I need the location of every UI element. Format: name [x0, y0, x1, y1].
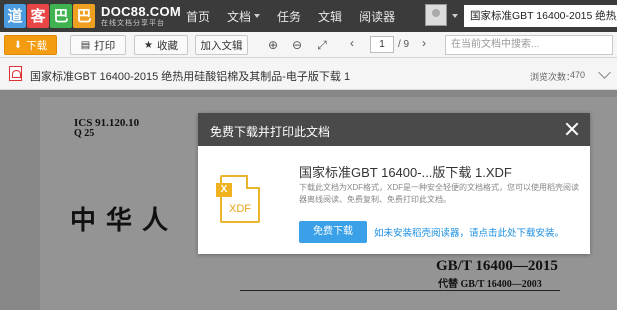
logo-block-1: 道 — [4, 4, 26, 28]
toolbar: ⬇ 下载 ▤ 打印 ★ 收藏 加入文辑 ⊕ ⊖ ⤢ ‹ 1 / 9 › 在当前文档中搜… — [0, 32, 617, 58]
logo-blocks: 道 客 巴 巴 — [4, 4, 95, 28]
close-icon[interactable] — [562, 119, 582, 139]
doc-search-input[interactable]: 在当前文档中搜索... — [445, 35, 613, 55]
pdf-icon — [9, 66, 22, 81]
print-button[interactable]: ▤ 打印 — [70, 35, 126, 55]
chevron-down-icon — [254, 14, 261, 18]
views-count: 470 — [570, 70, 586, 80]
next-page-icon[interactable]: › — [422, 36, 426, 50]
nav-tasks[interactable]: 任务 — [277, 8, 301, 25]
modal-file-name: 国家标准GBT 16400-...版下载 1.XDF — [299, 165, 512, 180]
prev-page-icon[interactable]: ‹ — [350, 36, 354, 50]
nav-reader[interactable]: 阅读器 — [359, 8, 395, 25]
logo-block-3: 巴 — [50, 4, 72, 28]
nav-docs[interactable]: 文档 — [227, 8, 261, 25]
doc-q-code: Q 25 — [74, 128, 95, 139]
install-reader-link[interactable]: 如未安装稻壳阅读器，请点击此处下载安装。 — [374, 225, 564, 239]
logo-site-name: DOC88.COM — [101, 4, 181, 19]
main-nav: 首页 文档 任务 文辑 阅读器 — [186, 0, 412, 32]
logo-block-4: 巴 — [73, 4, 95, 28]
download-modal: 免费下载并打印此文档 X XDF 国家标准GBT 16400-...版下载 1.… — [198, 113, 590, 254]
header-doc-title: 国家标准GBT 16400-2015 绝热用硅酸 — [464, 5, 617, 27]
chevron-down-icon[interactable] — [598, 66, 611, 79]
xdf-label: XDF — [229, 203, 251, 215]
document-title: 国家标准GBT 16400-2015 绝热用硅酸铝棉及其制品-电子版下载 1 — [30, 71, 351, 83]
zoom-out-icon[interactable]: ⊖ — [288, 36, 306, 54]
print-label: 打印 — [94, 39, 116, 52]
modal-header: 免费下载并打印此文档 — [198, 113, 590, 146]
doc-rule-divider — [240, 290, 560, 291]
download-button[interactable]: ⬇ 下载 — [4, 35, 57, 55]
fullscreen-icon[interactable]: ⤢ — [313, 36, 331, 54]
add-to-collection-label: 加入文辑 — [200, 39, 243, 52]
nav-collections[interactable]: 文辑 — [318, 8, 342, 25]
print-icon: ▤ — [80, 39, 91, 51]
doc-replaces: 代替 GB/T 16400—2003 — [438, 279, 542, 290]
avatar[interactable] — [425, 4, 447, 26]
logo-block-2: 客 — [27, 4, 49, 28]
doc-standard-number: GB/T 16400—2015 — [436, 258, 558, 274]
page-number-input[interactable]: 1 — [370, 36, 394, 53]
document-header: 国家标准GBT 16400-2015 绝热用硅酸铝棉及其制品-电子版下载 1 浏… — [0, 58, 617, 90]
doc-big-heading: 中华人 — [70, 206, 179, 236]
logo-tagline: 在线文档分享平台 — [101, 20, 165, 27]
nav-docs-label: 文档 — [227, 9, 252, 24]
xdf-badge: X — [216, 183, 232, 197]
zoom-in-icon[interactable]: ⊕ — [264, 36, 282, 54]
add-to-collection-button[interactable]: 加入文辑 — [195, 35, 248, 55]
download-icon: ⬇ — [13, 39, 23, 51]
nav-home[interactable]: 首页 — [186, 8, 210, 25]
avatar-chevron-down-icon[interactable] — [452, 14, 458, 18]
free-download-button[interactable]: 免费下载 — [299, 221, 367, 243]
top-bar: 道 客 巴 巴 DOC88.COM 在线文档分享平台 首页 文档 任务 文辑 阅… — [0, 0, 617, 32]
views-label: 浏览次数： — [530, 72, 576, 82]
favorite-button[interactable]: ★ 收藏 — [134, 35, 188, 55]
download-label: 下载 — [26, 39, 48, 52]
logo-text: DOC88.COM 在线文档分享平台 — [101, 5, 181, 27]
modal-title: 免费下载并打印此文档 — [210, 125, 331, 139]
page-total: / 9 — [398, 39, 410, 50]
xdf-file-icon: X XDF — [216, 175, 260, 223]
star-icon: ★ — [144, 39, 153, 51]
site-logo[interactable]: 道 客 巴 巴 DOC88.COM 在线文档分享平台 — [4, 3, 181, 29]
modal-description: 下载此文档为XDF格式，XDF是一种安全轻便的文档格式，您可以使用稻壳阅读器离线… — [299, 183, 579, 204]
favorite-label: 收藏 — [156, 39, 178, 52]
